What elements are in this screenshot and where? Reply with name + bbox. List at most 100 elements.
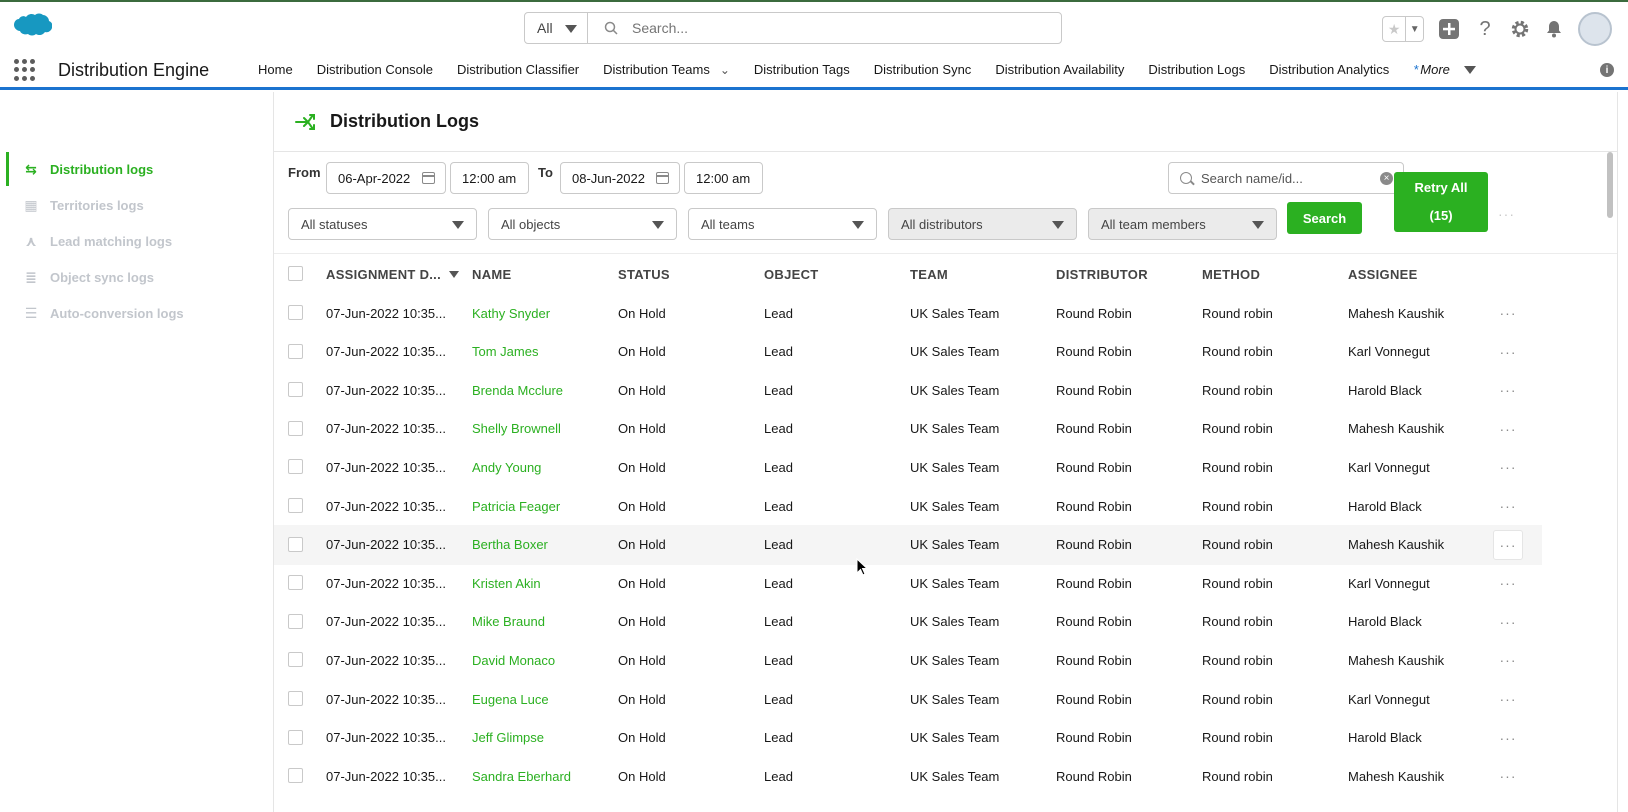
- chevron-down-icon[interactable]: ⌄: [720, 63, 730, 77]
- calendar-icon[interactable]: [656, 172, 669, 184]
- record-name-link[interactable]: Kathy Snyder: [472, 293, 550, 333]
- search-button[interactable]: Search: [1287, 202, 1362, 234]
- row-actions-menu-icon[interactable]: ···: [1493, 563, 1523, 603]
- sort-descending-icon[interactable]: [449, 270, 460, 278]
- to-time-field[interactable]: 12:00 am: [684, 162, 763, 194]
- row-actions-menu-icon[interactable]: ···: [1493, 370, 1523, 410]
- help-icon[interactable]: ?: [1474, 18, 1496, 40]
- row-actions-menu-icon[interactable]: ···: [1493, 293, 1523, 333]
- nav-tab-distribution-logs[interactable]: Distribution Logs: [1136, 62, 1257, 77]
- row-actions-menu-icon[interactable]: ···: [1493, 529, 1523, 560]
- name-search-input[interactable]: Search name/id... ×: [1168, 162, 1404, 194]
- record-name-link[interactable]: Mike Braund: [472, 602, 545, 642]
- star-icon[interactable]: ★: [1383, 17, 1407, 41]
- column-header-team[interactable]: TEAM: [910, 255, 948, 293]
- object-filter[interactable]: All objects: [488, 208, 677, 240]
- nav-tab-distribution-availability[interactable]: Distribution Availability: [983, 62, 1136, 77]
- record-name-link[interactable]: Eugena Luce: [472, 679, 549, 719]
- bell-icon[interactable]: [1544, 19, 1564, 39]
- record-name-link[interactable]: Jeff Glimpse: [472, 718, 544, 758]
- distributor-filter[interactable]: All distributors: [888, 208, 1077, 240]
- column-header-method[interactable]: METHOD: [1202, 255, 1260, 293]
- overflow-menu-icon[interactable]: ···: [1498, 206, 1515, 222]
- info-icon[interactable]: i: [1600, 63, 1614, 77]
- column-header-distributor[interactable]: DISTRIBUTOR: [1056, 255, 1148, 293]
- column-header-assignment-d[interactable]: ASSIGNMENT D...: [326, 255, 460, 293]
- nav-tab-distribution-teams[interactable]: Distribution Teams ⌄: [591, 62, 742, 77]
- row-actions-menu-icon[interactable]: ···: [1493, 718, 1523, 758]
- team-member-filter[interactable]: All team members: [1088, 208, 1277, 240]
- row-actions-menu-icon[interactable]: ···: [1493, 447, 1523, 487]
- row-actions-menu-icon[interactable]: ···: [1493, 756, 1523, 796]
- from-time-field[interactable]: 12:00 am: [450, 162, 529, 194]
- row-actions-menu-icon[interactable]: ···: [1493, 332, 1523, 372]
- row-checkbox[interactable]: [288, 691, 303, 706]
- row-checkbox[interactable]: [288, 575, 303, 591]
- row-actions-menu-icon[interactable]: ···: [1493, 486, 1523, 526]
- sidebar-item-lead-matching-logs[interactable]: ⋏ Lead matching logs: [6, 224, 272, 258]
- team-filter[interactable]: All teams: [688, 208, 877, 240]
- record-name-link[interactable]: Kristen Akin: [472, 563, 541, 603]
- row-actions-menu-icon[interactable]: ···: [1493, 409, 1523, 449]
- column-header-status[interactable]: STATUS: [618, 255, 670, 293]
- sidebar-item-object-sync-logs[interactable]: ≣ Object sync logs: [6, 260, 272, 294]
- record-name-link[interactable]: Brenda Mcclure: [472, 370, 563, 410]
- nav-tab-distribution-sync[interactable]: Distribution Sync: [862, 62, 984, 77]
- row-checkbox[interactable]: [288, 420, 303, 436]
- calendar-icon[interactable]: [422, 172, 435, 184]
- scrollbar[interactable]: [1606, 152, 1614, 812]
- row-checkbox[interactable]: [288, 652, 303, 668]
- table-cell: On Hold: [618, 768, 666, 784]
- row-checkbox[interactable]: [288, 382, 303, 398]
- search-input[interactable]: [632, 20, 1032, 36]
- record-name-link[interactable]: Patricia Feager: [472, 486, 560, 526]
- row-checkbox[interactable]: [288, 498, 303, 513]
- record-name-link[interactable]: Tom James: [472, 332, 538, 372]
- row-checkbox[interactable]: [288, 459, 303, 475]
- table-cell: Round robin: [1202, 768, 1273, 784]
- avatar[interactable]: [1578, 12, 1612, 46]
- row-actions-menu-icon[interactable]: ···: [1493, 679, 1523, 719]
- row-checkbox[interactable]: [288, 729, 303, 745]
- scrollbar-thumb[interactable]: [1607, 152, 1613, 218]
- row-checkbox[interactable]: [288, 613, 303, 629]
- retry-all-button[interactable]: Retry All (15): [1394, 172, 1488, 232]
- status-filter[interactable]: All statuses: [288, 208, 477, 240]
- nav-tab-distribution-tags[interactable]: Distribution Tags: [742, 62, 862, 77]
- app-launcher-icon[interactable]: [14, 59, 36, 81]
- nav-tab-home[interactable]: Home: [246, 62, 305, 77]
- row-actions-menu-icon[interactable]: ···: [1493, 640, 1523, 680]
- nav-tab-distribution-console[interactable]: Distribution Console: [305, 62, 445, 77]
- record-name-link[interactable]: Andy Young: [472, 447, 541, 487]
- column-header-name[interactable]: NAME: [472, 255, 511, 293]
- chevron-down-icon[interactable]: ▼: [1406, 17, 1423, 41]
- row-checkbox[interactable]: [288, 536, 303, 552]
- nav-tab-distribution-classifier[interactable]: Distribution Classifier: [445, 62, 591, 77]
- row-checkbox[interactable]: [288, 343, 303, 359]
- search-scope-select[interactable]: All: [525, 13, 588, 43]
- add-icon[interactable]: [1438, 18, 1460, 40]
- sidebar-item-auto-conversion-logs[interactable]: ☰ Auto-conversion logs: [6, 296, 272, 330]
- favorites-button[interactable]: ★ ▼: [1382, 16, 1424, 42]
- select-all-checkbox[interactable]: [288, 266, 303, 281]
- record-name-link[interactable]: David Monaco: [472, 640, 555, 680]
- nav-tab-distribution-analytics[interactable]: Distribution Analytics: [1257, 62, 1401, 77]
- from-date-field[interactable]: 06-Apr-2022: [326, 162, 446, 194]
- to-date-field[interactable]: 08-Jun-2022: [560, 162, 680, 194]
- nav-tab-label: Distribution Teams: [603, 62, 710, 77]
- record-name-link[interactable]: Bertha Boxer: [472, 525, 548, 565]
- sidebar-item-territories-logs[interactable]: ▦ Territories logs: [6, 188, 272, 222]
- clear-icon[interactable]: ×: [1380, 172, 1393, 185]
- column-header-object[interactable]: OBJECT: [764, 255, 819, 293]
- column-header-assignee[interactable]: ASSIGNEE: [1348, 255, 1418, 293]
- row-actions-menu-icon[interactable]: ···: [1493, 602, 1523, 642]
- table-cell: 07-Jun-2022 10:35...: [326, 305, 446, 321]
- row-checkbox[interactable]: [288, 305, 303, 320]
- record-name-link[interactable]: Shelly Brownell: [472, 409, 561, 449]
- record-name-link[interactable]: Sandra Eberhard: [472, 756, 571, 796]
- gear-icon[interactable]: [1510, 19, 1530, 39]
- salesforce-logo[interactable]: [8, 12, 52, 44]
- row-checkbox[interactable]: [288, 768, 303, 784]
- sidebar-item-distribution-logs[interactable]: ⇆ Distribution logs: [6, 152, 272, 186]
- nav-more-menu[interactable]: * More: [1401, 62, 1476, 77]
